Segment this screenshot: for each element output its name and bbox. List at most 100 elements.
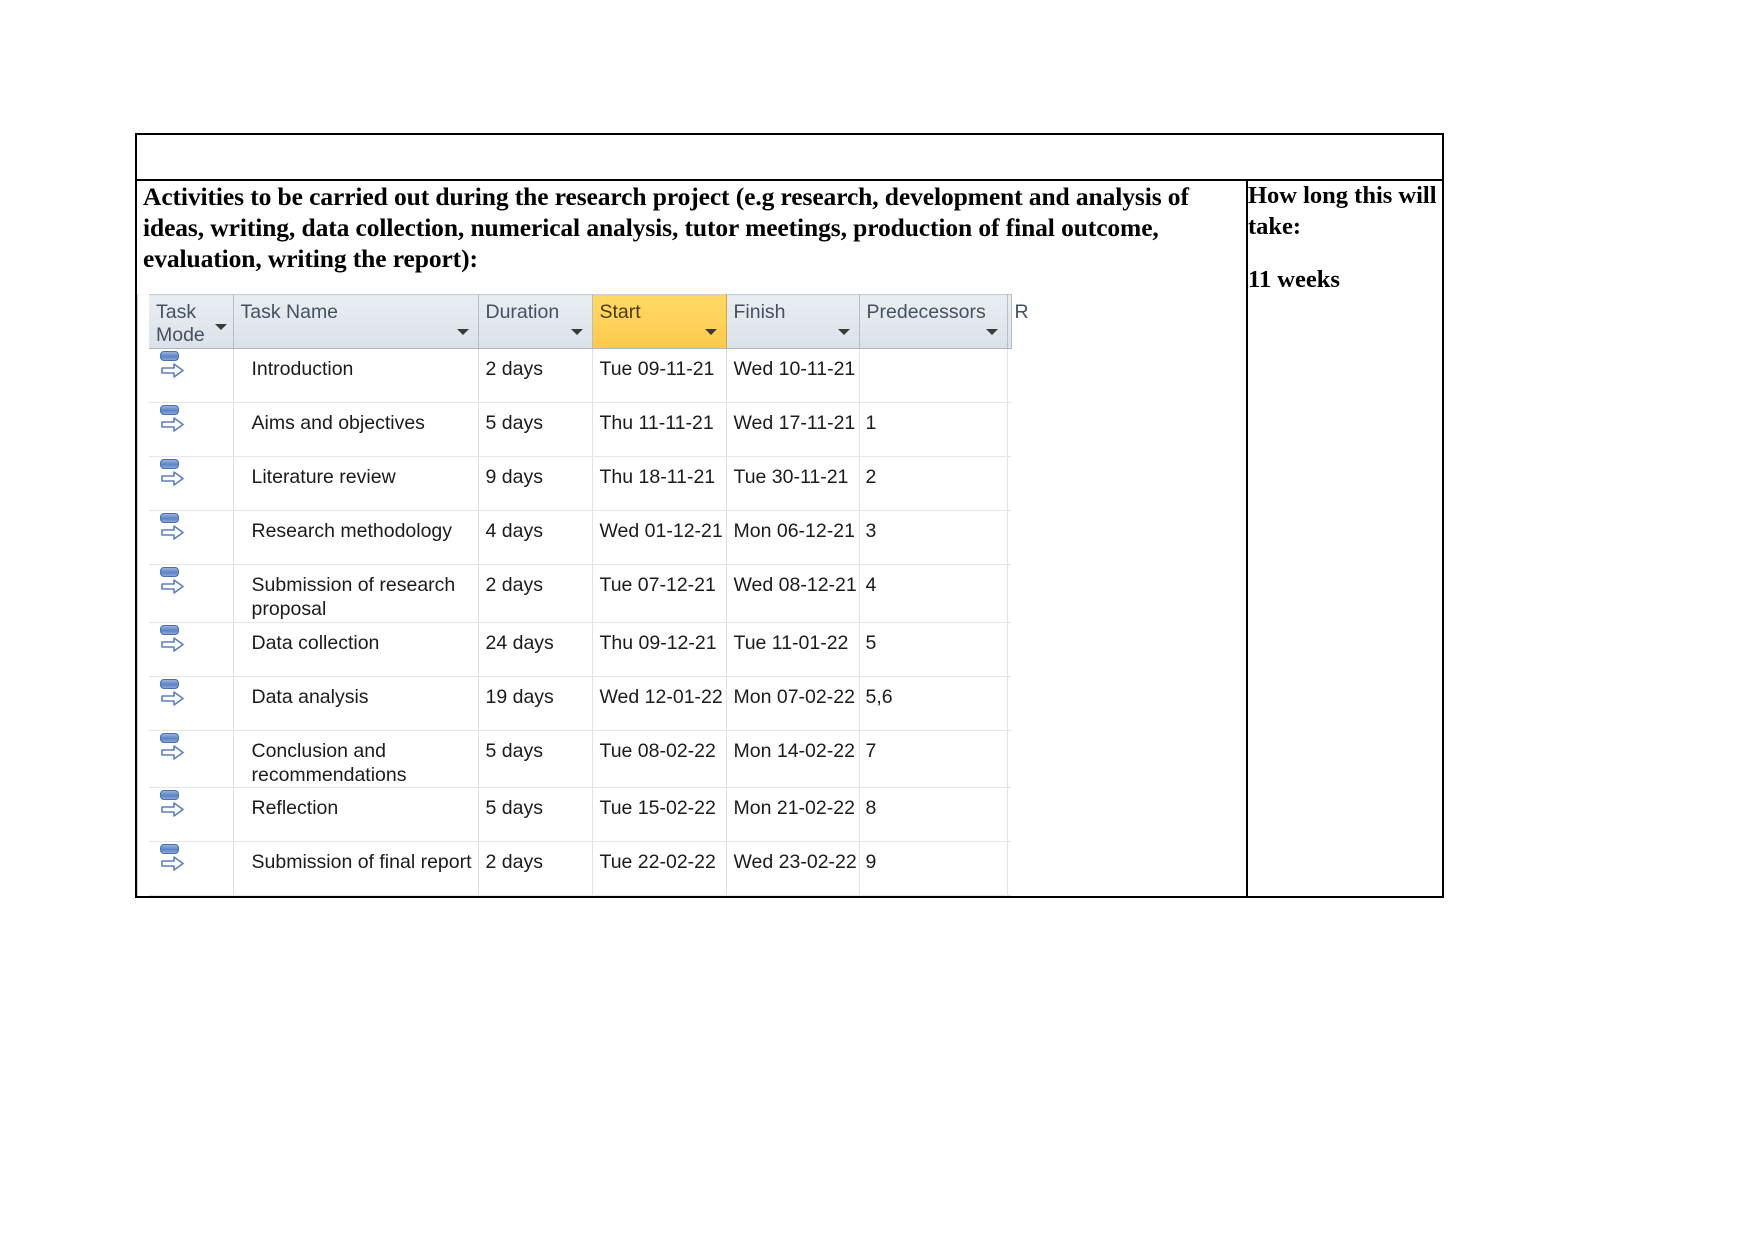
cell-task-name[interactable]: Data collection [233,622,479,677]
table-row[interactable]: Conclusion and recommendations 5 days Tue … [149,730,1011,789]
filter-dropdown-icon-start[interactable] [704,329,717,336]
cell-start[interactable]: Wed 01-12-21 [592,510,727,566]
column-header-duration[interactable]: Duration [478,294,593,350]
cell-task-name[interactable]: Reflection [233,787,479,843]
project-grid-screenshot: Task Mode Task Name Duration Start Finis… [137,294,1029,897]
cell-task-name[interactable]: Research methodology [233,510,479,566]
table-row[interactable]: Aims and objectives 5 days Thu 11-11-21 Wed… [149,402,1011,458]
cell-task-mode[interactable] [149,510,234,566]
cell-resource-truncated [1007,730,1011,789]
table-row[interactable]: Data collection 24 days Thu 09-12-21 Tue 11… [149,622,1011,677]
auto-scheduled-icon [158,790,188,824]
cell-start[interactable]: Tue 15-02-22 [592,787,727,843]
table-row[interactable]: Submission of final report 2 days Tue 22-0… [149,841,1011,897]
filter-dropdown-icon-finish[interactable] [837,329,850,336]
table-row[interactable]: Literature review 9 days Thu 18-11-21 Tue 3… [149,456,1011,512]
cell-start[interactable]: Tue 22-02-22 [592,841,727,897]
column-header-task-mode[interactable]: Task Mode [149,294,234,350]
cell-finish[interactable]: Mon 21-02-22 [726,787,860,843]
cell-finish[interactable]: Wed 23-02-22 [726,841,860,897]
grid-header-row: Task Mode Task Name Duration Start Finis… [149,294,1029,350]
cell-duration[interactable]: 9 days [478,456,593,512]
filter-dropdown-icon-task-mode[interactable] [214,324,227,331]
activities-cell: Activities to be carried out during the … [136,180,1248,898]
table-row[interactable]: Submission of research proposal 2 days Tue… [149,564,1011,623]
cell-task-mode[interactable] [149,564,234,623]
cell-task-mode[interactable] [149,841,234,897]
cell-duration[interactable]: 5 days [478,730,593,789]
cell-finish[interactable]: Mon 07-02-22 [726,676,860,731]
cell-predecessors[interactable]: 1 [859,402,1008,458]
cell-duration[interactable]: 5 days [478,402,593,458]
cell-finish[interactable]: Wed 08-12-21 [726,564,860,623]
cell-task-mode[interactable] [149,787,234,843]
cell-finish[interactable]: Mon 06-12-21 [726,510,860,566]
cell-resource-truncated [1007,348,1011,404]
cell-duration[interactable]: 19 days [478,676,593,731]
cell-predecessors[interactable]: 3 [859,510,1008,566]
cell-task-mode[interactable] [149,456,234,512]
cell-duration[interactable]: 4 days [478,510,593,566]
column-header-start[interactable]: Start [591,294,727,350]
cell-predecessors[interactable]: 5,6 [859,676,1008,731]
cell-task-mode[interactable] [149,676,234,731]
cell-predecessors[interactable]: 7 [859,730,1008,789]
table-row[interactable]: Reflection 5 days Tue 15-02-22 Mon 21-02-22… [149,787,1011,843]
filter-dropdown-icon-duration[interactable] [570,329,583,336]
cell-task-mode[interactable] [149,348,234,404]
cell-finish[interactable]: Wed 10-11-21 [726,348,860,404]
cell-task-mode[interactable] [149,622,234,677]
cell-finish[interactable]: Tue 30-11-21 [726,456,860,512]
cell-resource-truncated [1007,676,1011,731]
table-row[interactable]: Introduction 2 days Tue 09-11-21 Wed 10-11-… [149,348,1011,404]
auto-scheduled-icon [158,567,188,601]
column-header-predecessors[interactable]: Predecessors [859,294,1008,350]
cell-finish[interactable]: Mon 14-02-22 [726,730,860,789]
cell-duration[interactable]: 5 days [478,787,593,843]
cell-predecessors[interactable] [859,348,1008,404]
auto-scheduled-icon [158,624,188,659]
cell-task-name[interactable]: Aims and objectives [233,402,479,458]
filter-dropdown-icon-task-name[interactable] [456,329,469,336]
duration-heading: How long this will take: [1248,182,1437,240]
activities-prompt-heading: Activities to be carried out during the … [143,182,1189,274]
cell-task-mode[interactable] [149,402,234,458]
cell-task-name[interactable]: Introduction [233,348,479,404]
table-spacer-row [136,134,1443,181]
cell-resource-truncated [1007,510,1011,566]
cell-duration[interactable]: 2 days [478,841,593,897]
cell-duration[interactable]: 24 days [478,622,593,677]
column-header-duration-label: Duration [485,301,560,324]
cell-start[interactable]: Tue 08-02-22 [592,730,727,789]
cell-predecessors[interactable]: 9 [859,841,1008,897]
cell-start[interactable]: Thu 11-11-21 [592,402,727,458]
cell-task-name[interactable]: Data analysis [233,676,479,731]
column-header-resource-truncated[interactable]: R [1007,294,1029,350]
column-header-task-name[interactable]: Task Name [233,294,479,350]
filter-dropdown-icon-predecessors[interactable] [985,329,998,336]
cell-duration[interactable]: 2 days [478,348,593,404]
column-header-finish[interactable]: Finish [726,294,860,350]
research-plan-table: Activities to be carried out during the … [135,133,1444,899]
cell-task-name[interactable]: Submission of research proposal [233,564,479,623]
cell-predecessors[interactable]: 2 [859,456,1008,512]
cell-duration[interactable]: 2 days [478,564,593,623]
cell-start[interactable]: Tue 07-12-21 [592,564,727,623]
cell-start[interactable]: Tue 09-11-21 [592,348,727,404]
cell-task-name[interactable]: Submission of final report [233,841,479,897]
cell-task-name[interactable]: Conclusion and recommendations [233,730,479,789]
cell-task-name[interactable]: Literature review [233,456,479,512]
column-header-start-label: Start [599,301,641,324]
cell-start[interactable]: Thu 18-11-21 [592,456,727,512]
cell-start[interactable]: Wed 12-01-22 [592,676,727,731]
cell-start[interactable]: Thu 09-12-21 [592,622,727,677]
cell-predecessors[interactable]: 8 [859,787,1008,843]
cell-predecessors[interactable]: 5 [859,622,1008,677]
cell-predecessors[interactable]: 4 [859,564,1008,623]
table-row[interactable]: Research methodology 4 days Wed 01-12-21 Mo… [149,510,1011,566]
cell-resource-truncated [1007,622,1011,677]
cell-task-mode[interactable] [149,730,234,789]
cell-finish[interactable]: Tue 11-01-22 [726,622,860,677]
table-row[interactable]: Data analysis 19 days Wed 12-01-22 Mon 07-0… [149,676,1011,731]
cell-finish[interactable]: Wed 17-11-21 [726,402,860,458]
